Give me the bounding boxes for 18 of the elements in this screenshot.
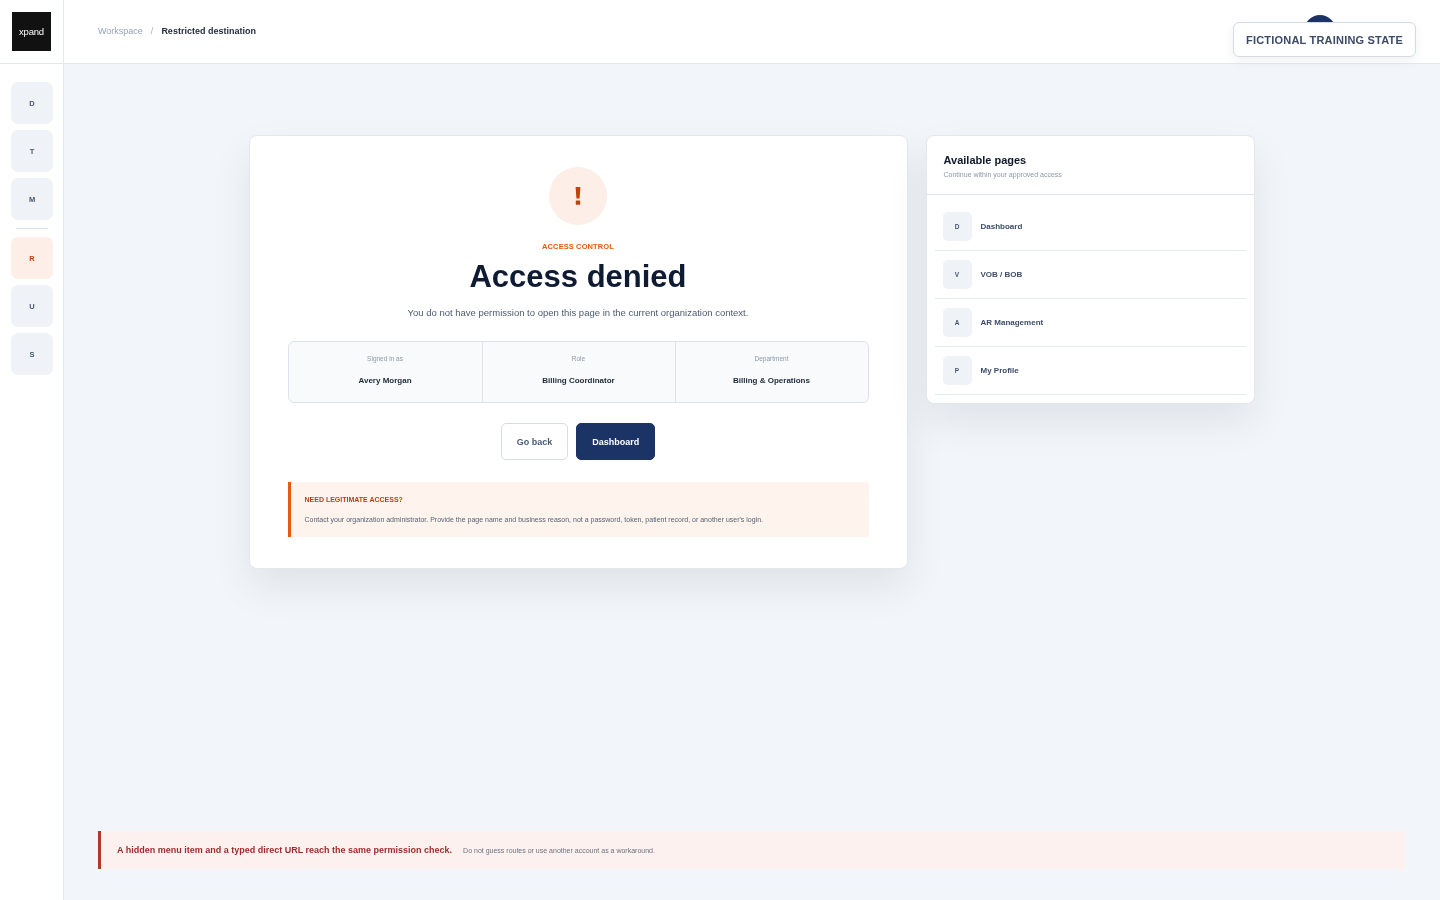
breadcrumb-separator: /	[150, 26, 154, 36]
alert-headline: A hidden menu item and a typed direct URL reach the same permission check.	[117, 845, 453, 855]
page-label: AR Management	[980, 318, 1044, 327]
detail-value: Avery Morgan	[358, 376, 412, 385]
detail-value: Billing & Operations	[733, 376, 810, 385]
page-label: VOB / BOB	[980, 270, 1023, 279]
permission-message: You do not have permission to open this page in the current organization context.	[407, 306, 749, 320]
exclamation-icon	[549, 167, 607, 225]
breadcrumb-current: Restricted destination	[161, 26, 256, 36]
page-label: Dashboard	[980, 222, 1023, 231]
card-title: Available pages	[943, 154, 1028, 166]
go-back-button[interactable]: Go back	[500, 423, 569, 460]
training-badge: FICTIONAL TRAINING STATE	[1233, 22, 1416, 57]
logo: xpand	[12, 12, 51, 51]
detail-value: Billing Coordinator	[542, 376, 615, 385]
dashboard-button[interactable]: Dashboard	[576, 423, 656, 460]
page-label: My Profile	[980, 366, 1019, 375]
page-title: Access denied	[469, 259, 687, 295]
